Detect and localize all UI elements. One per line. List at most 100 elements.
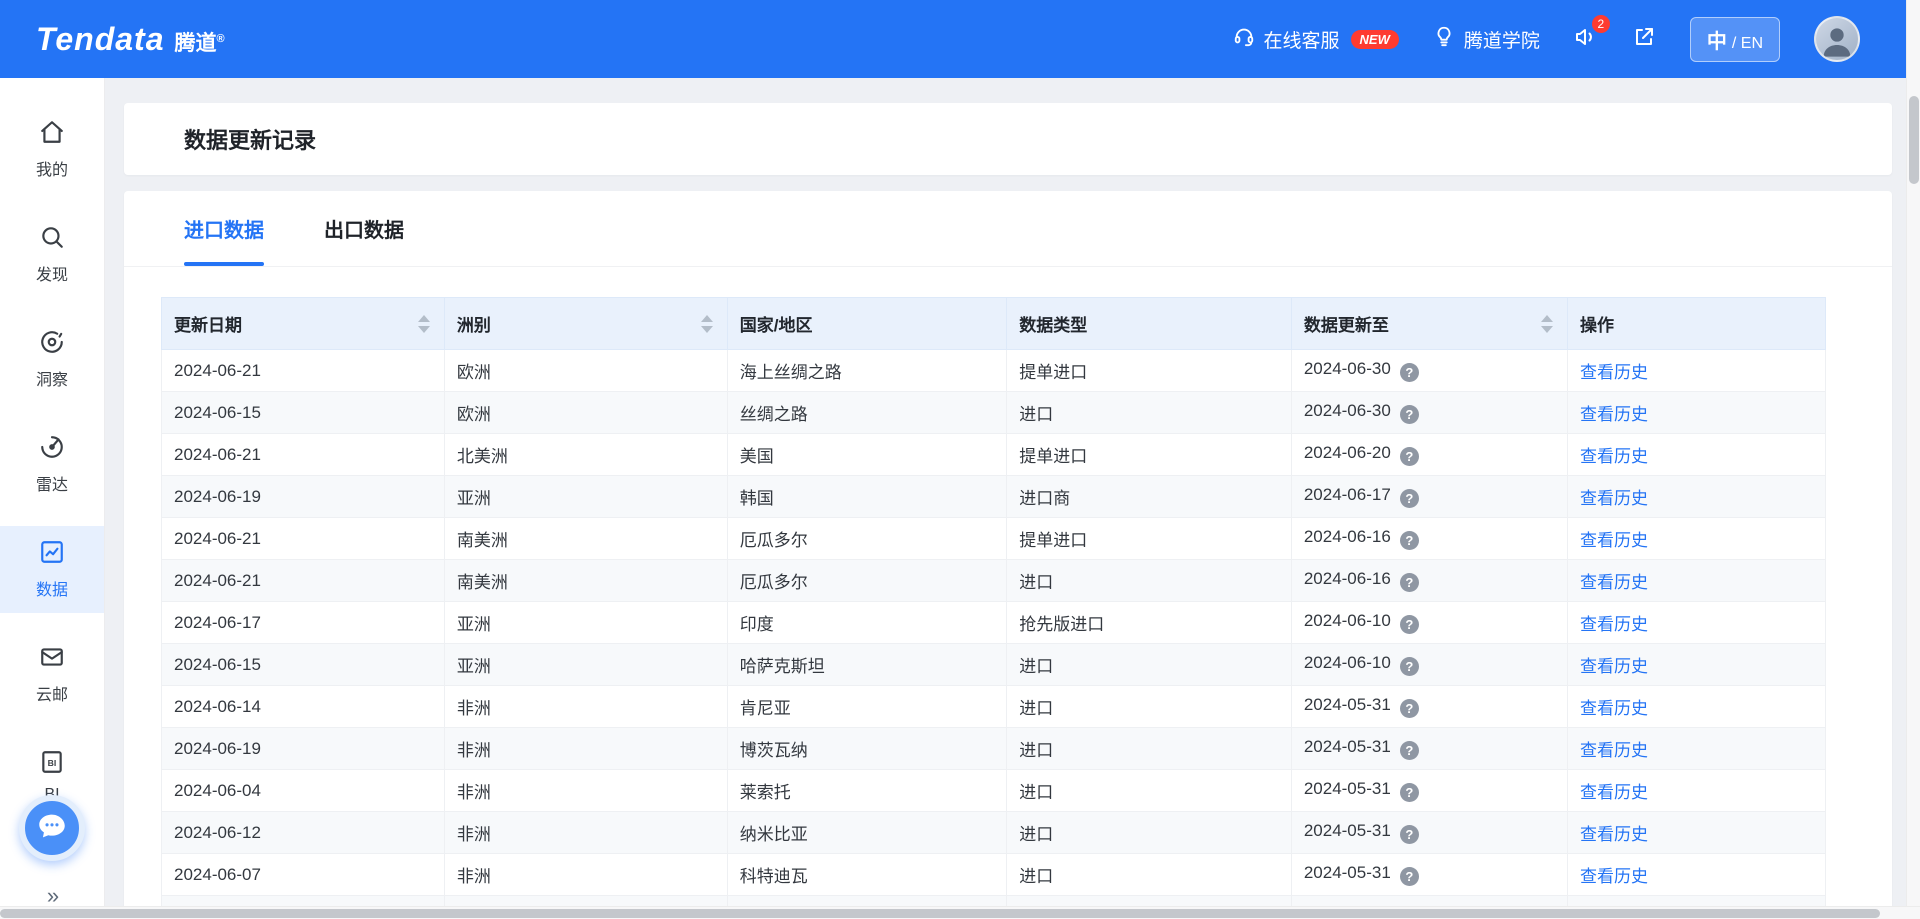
view-history-link[interactable]: 查看历史	[1580, 825, 1648, 844]
vertical-scrollbar-thumb[interactable]	[1909, 96, 1919, 184]
sidebar-item-cloudmail[interactable]: 云邮	[0, 631, 104, 718]
tendata-logo[interactable]: Tendata 腾道®	[36, 21, 225, 58]
help-icon[interactable]: ?	[1400, 363, 1419, 382]
cell-update-date: 2024-06-19	[162, 476, 445, 518]
help-icon[interactable]: ?	[1400, 825, 1419, 844]
sort-desc-icon[interactable]	[701, 326, 713, 333]
view-history-link[interactable]: 查看历史	[1580, 615, 1648, 634]
sort-icons[interactable]	[1539, 313, 1555, 335]
view-history-link[interactable]: 查看历史	[1580, 489, 1648, 508]
view-history-link[interactable]: 查看历史	[1580, 405, 1648, 424]
help-icon[interactable]: ?	[1400, 615, 1419, 634]
academy-label: 腾道学院	[1464, 26, 1540, 53]
cell-update-date: 2024-06-12	[162, 812, 445, 854]
table-row: 2024-06-21 南美洲 厄瓜多尔 进口 2024-06-16? 查看历史	[162, 560, 1826, 602]
table-row: 2024-06-21 北美洲 美国 提单进口 2024-06-20? 查看历史	[162, 434, 1826, 476]
main-content: 数据更新记录 进口数据 出口数据 更新	[104, 78, 1920, 919]
sidebar-label: 雷达	[36, 471, 68, 495]
vertical-scrollbar[interactable]	[1906, 0, 1920, 919]
notification-button[interactable]: 2	[1574, 25, 1598, 54]
view-history-link[interactable]: 查看历史	[1580, 573, 1648, 592]
cell-country-region: 丝绸之路	[727, 392, 1007, 434]
cell-data-type: 提单进口	[1007, 350, 1292, 392]
sidebar-item-mine[interactable]: 我的	[0, 106, 104, 193]
view-history-link[interactable]: 查看历史	[1580, 447, 1648, 466]
online-service-link[interactable]: 在线客服 NEW	[1233, 25, 1399, 53]
sort-icons[interactable]	[699, 313, 715, 335]
sort-asc-icon[interactable]	[701, 315, 713, 322]
cell-continent: 欧洲	[444, 392, 727, 434]
cell-action: 查看历史	[1568, 728, 1826, 770]
horizontal-scrollbar[interactable]	[0, 906, 1920, 919]
col-updated-to[interactable]: 数据更新至	[1291, 298, 1567, 350]
view-history-link[interactable]: 查看历史	[1580, 699, 1648, 718]
view-history-link[interactable]: 查看历史	[1580, 741, 1648, 760]
view-history-link[interactable]: 查看历史	[1580, 363, 1648, 382]
help-icon[interactable]: ?	[1400, 531, 1419, 550]
logo-text-cn: 腾道®	[175, 27, 225, 57]
col-update-date[interactable]: 更新日期	[162, 298, 445, 350]
cell-data-type: 进口	[1007, 392, 1292, 434]
table-row: 2024-06-04 非洲 莱索托 进口 2024-05-31? 查看历史	[162, 770, 1826, 812]
cell-action: 查看历史	[1568, 560, 1826, 602]
horizontal-scrollbar-thumb[interactable]	[0, 909, 1880, 918]
help-icon[interactable]: ?	[1400, 489, 1419, 508]
col-continent[interactable]: 洲别	[444, 298, 727, 350]
sidebar-item-discover[interactable]: 发现	[0, 211, 104, 298]
sidebar-item-data[interactable]: 数据	[0, 526, 104, 613]
help-icon[interactable]: ?	[1400, 783, 1419, 802]
cell-continent: 非洲	[444, 770, 727, 812]
view-history-link[interactable]: 查看历史	[1580, 531, 1648, 550]
language-toggle[interactable]: 中 / EN	[1690, 17, 1780, 62]
table-row: 2024-06-07 非洲 科特迪瓦 进口 2024-05-31? 查看历史	[162, 854, 1826, 896]
cell-continent: 亚洲	[444, 644, 727, 686]
help-icon[interactable]: ?	[1400, 447, 1419, 466]
help-icon[interactable]: ?	[1400, 699, 1419, 718]
updated-to-value: 2024-05-31	[1304, 863, 1391, 882]
view-history-link[interactable]: 查看历史	[1580, 657, 1648, 676]
cell-data-type: 进口	[1007, 560, 1292, 602]
updated-to-value: 2024-06-16	[1304, 569, 1391, 588]
cell-update-date: 2024-06-15	[162, 644, 445, 686]
cell-continent: 亚洲	[444, 476, 727, 518]
tab-import-data[interactable]: 进口数据	[184, 191, 264, 266]
data-tabs: 进口数据 出口数据	[124, 191, 1892, 267]
fullscreen-button[interactable]	[1632, 25, 1656, 54]
avatar[interactable]	[1814, 16, 1860, 62]
sidebar-item-radar[interactable]: 雷达	[0, 421, 104, 508]
sort-asc-icon[interactable]	[1541, 315, 1553, 322]
col-label: 数据更新至	[1304, 311, 1389, 336]
cell-country-region: 厄瓜多尔	[727, 518, 1007, 560]
radar-icon	[39, 434, 65, 465]
academy-link[interactable]: 腾道学院	[1433, 25, 1540, 53]
help-icon[interactable]: ?	[1400, 741, 1419, 760]
cell-data-type: 提单进口	[1007, 518, 1292, 560]
cell-country-region: 韩国	[727, 476, 1007, 518]
updated-to-value: 2024-06-10	[1304, 653, 1391, 672]
cell-updated-to: 2024-05-31?	[1291, 686, 1567, 728]
cell-continent: 非洲	[444, 812, 727, 854]
cell-update-date: 2024-06-07	[162, 854, 445, 896]
updated-to-value: 2024-06-16	[1304, 527, 1391, 546]
cell-data-type: 进口	[1007, 854, 1292, 896]
sort-desc-icon[interactable]	[418, 326, 430, 333]
sort-icons[interactable]	[416, 313, 432, 335]
view-history-link[interactable]: 查看历史	[1580, 867, 1648, 886]
cell-data-type: 进口商	[1007, 476, 1292, 518]
cell-continent: 南美洲	[444, 560, 727, 602]
sort-desc-icon[interactable]	[1541, 326, 1553, 333]
updated-to-value: 2024-05-31	[1304, 821, 1391, 840]
sort-asc-icon[interactable]	[418, 315, 430, 322]
cell-update-date: 2024-06-21	[162, 560, 445, 602]
view-history-link[interactable]: 查看历史	[1580, 783, 1648, 802]
tab-export-data[interactable]: 出口数据	[324, 191, 404, 266]
help-icon[interactable]: ?	[1400, 405, 1419, 424]
chat-fab-button[interactable]	[19, 795, 85, 861]
chat-bubbles-icon	[35, 809, 69, 848]
help-icon[interactable]: ?	[1400, 867, 1419, 886]
help-icon[interactable]: ?	[1400, 573, 1419, 592]
updated-to-value: 2024-06-30	[1304, 359, 1391, 378]
help-icon[interactable]: ?	[1400, 657, 1419, 676]
sidebar-item-insight[interactable]: 洞察	[0, 316, 104, 403]
cell-update-date: 2024-06-17	[162, 602, 445, 644]
